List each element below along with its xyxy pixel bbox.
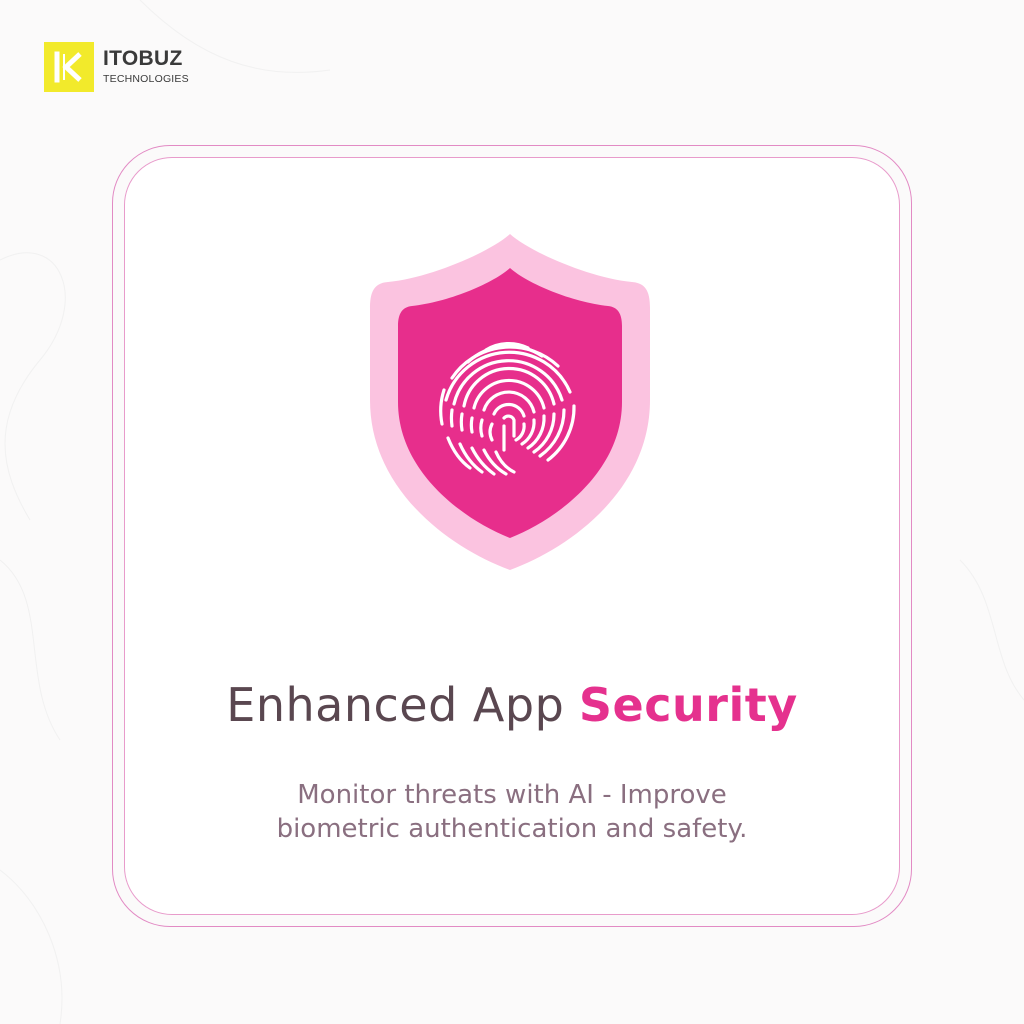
shield-fingerprint-icon	[370, 234, 650, 570]
title-accent-text: Security	[578, 678, 798, 732]
itobuz-logo-icon	[44, 42, 94, 92]
brand-logo[interactable]: ITOBUZ TECHNOLOGIES	[44, 42, 189, 92]
brand-name: ITOBUZ	[103, 47, 183, 70]
description: Monitor threats with AI - Improve biomet…	[0, 778, 1024, 846]
description-line-2: biometric authentication and safety.	[276, 814, 748, 844]
brand-tagline: TECHNOLOGIES	[103, 73, 189, 85]
title-main-text: Enhanced App	[226, 678, 565, 732]
page-title: Enhanced App Security	[0, 670, 1024, 740]
description-line-1: Monitor threats with AI - Improve	[297, 780, 727, 810]
